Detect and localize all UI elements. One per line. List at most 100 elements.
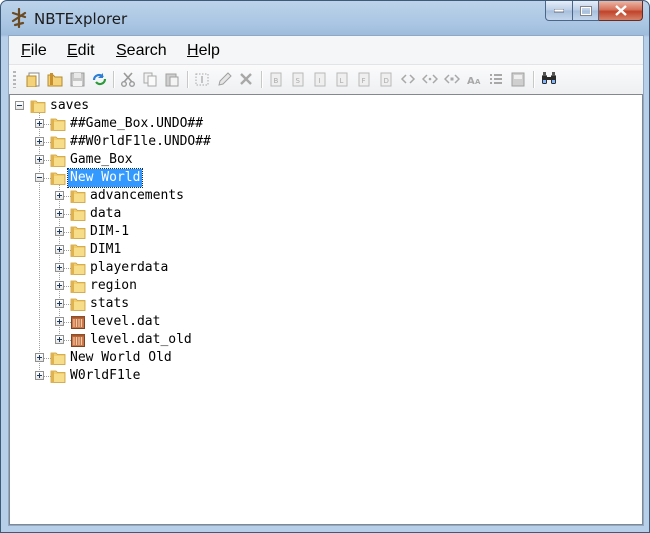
menu-help[interactable]: Help xyxy=(187,42,220,60)
add-string-button[interactable]: AA xyxy=(464,69,484,89)
nbt-tree-view[interactable]: saves ##Game_Box.UNDO## ##W0rldF1le.UNDO##… xyxy=(9,94,643,525)
tree-node[interactable]: ##Game_Box.UNDO## xyxy=(10,115,630,133)
tree-node-label: DIM1 xyxy=(90,242,122,257)
add-double-button[interactable]: D xyxy=(376,69,396,89)
toolbar-separator xyxy=(187,71,189,88)
expand-icon[interactable] xyxy=(35,155,44,164)
add-long-array-button[interactable] xyxy=(442,69,462,89)
expand-icon[interactable] xyxy=(55,227,64,236)
tree-node[interactable]: level.dat_old xyxy=(10,331,630,349)
expand-icon[interactable] xyxy=(55,335,64,344)
folder-icon xyxy=(70,208,86,221)
paste-icon xyxy=(165,73,179,87)
menu-help-label: elp xyxy=(198,42,220,59)
svg-text:F: F xyxy=(362,77,366,85)
open-folder-button[interactable] xyxy=(45,69,65,89)
tree-node[interactable]: New World Old xyxy=(10,349,630,367)
svg-text:B: B xyxy=(274,77,279,85)
tree-node[interactable]: level.dat xyxy=(10,313,630,331)
add-short-button[interactable]: S xyxy=(288,69,308,89)
find-button[interactable] xyxy=(539,69,559,89)
menu-file[interactable]: File xyxy=(21,42,47,60)
tree-node[interactable]: playerdata xyxy=(10,259,630,277)
tree-node[interactable]: data xyxy=(10,205,630,223)
nbt-file-icon xyxy=(71,334,85,347)
expand-icon[interactable] xyxy=(55,317,64,326)
menu-edit-accelerator: E xyxy=(67,42,78,59)
add-int-button[interactable]: I xyxy=(310,69,330,89)
collapse-icon[interactable] xyxy=(35,173,44,182)
expand-icon[interactable] xyxy=(35,371,44,380)
tree-node[interactable]: DIM-1 xyxy=(10,223,630,241)
tree-node-label: level.dat xyxy=(90,314,161,329)
maximize-button[interactable] xyxy=(573,1,599,21)
menu-search[interactable]: Search xyxy=(116,42,167,60)
tree-node[interactable]: New World xyxy=(10,168,630,188)
tree-node-label: ##W0rldF1le.UNDO## xyxy=(70,134,211,149)
tree-node[interactable]: advancements xyxy=(10,187,630,205)
tree-node-label: region xyxy=(90,278,137,293)
tree-node[interactable]: DIM1 xyxy=(10,241,630,259)
add-double-icon: D xyxy=(380,72,392,87)
cut-button[interactable] xyxy=(118,69,138,89)
tree-node-label: DIM-1 xyxy=(90,224,130,239)
add-byte-button[interactable]: B xyxy=(266,69,286,89)
expand-icon[interactable] xyxy=(55,263,64,272)
minimize-button[interactable] xyxy=(545,1,573,21)
app-icon xyxy=(11,8,27,28)
tree-node-label: saves xyxy=(50,98,90,113)
add-byte-array-button[interactable] xyxy=(398,69,418,89)
close-button[interactable] xyxy=(599,1,643,21)
expand-icon[interactable] xyxy=(35,119,44,128)
add-byte-icon: B xyxy=(270,72,282,87)
svg-text:A: A xyxy=(467,76,475,87)
toolbar-separator xyxy=(261,71,263,88)
edit-button[interactable] xyxy=(214,69,234,89)
expand-icon[interactable] xyxy=(55,191,64,200)
add-int-array-icon xyxy=(422,74,438,84)
title-bar[interactable]: NBTExplorer xyxy=(1,1,649,35)
expand-icon[interactable] xyxy=(55,281,64,290)
window-title: NBTExplorer xyxy=(34,10,128,28)
refresh-button[interactable] xyxy=(89,69,109,89)
add-compound-button[interactable] xyxy=(508,69,528,89)
tree-node[interactable]: region xyxy=(10,277,630,295)
folder-icon xyxy=(70,244,86,257)
toolbar-separator xyxy=(533,71,535,88)
add-int-array-button[interactable] xyxy=(420,69,440,89)
add-long-button[interactable]: L xyxy=(332,69,352,89)
paste-button[interactable] xyxy=(162,69,182,89)
folder-icon xyxy=(50,118,66,131)
tree-node[interactable]: ##W0rldF1le.UNDO## xyxy=(10,133,630,151)
add-float-icon: F xyxy=(358,72,370,87)
expand-icon[interactable] xyxy=(55,245,64,254)
copy-button[interactable] xyxy=(140,69,160,89)
tree-node[interactable]: stats xyxy=(10,295,630,313)
folder-icon xyxy=(50,172,66,185)
menu-file-accelerator: F xyxy=(21,42,31,59)
expand-icon[interactable] xyxy=(55,299,64,308)
tree-node-label: New World Old xyxy=(70,350,172,365)
rename-button[interactable] xyxy=(192,69,212,89)
tree-node[interactable]: W0rldF1le xyxy=(10,367,630,385)
expand-icon[interactable] xyxy=(55,209,64,218)
expand-icon[interactable] xyxy=(35,137,44,146)
toolbar-grip[interactable] xyxy=(13,71,16,88)
delete-button[interactable] xyxy=(236,69,256,89)
add-list-button[interactable] xyxy=(486,69,506,89)
add-float-button[interactable]: F xyxy=(354,69,374,89)
delete-icon xyxy=(240,73,252,85)
menu-edit[interactable]: Edit xyxy=(67,42,95,60)
menu-help-accelerator: H xyxy=(187,42,199,59)
add-byte-array-icon xyxy=(400,74,416,84)
tree-node[interactable]: saves xyxy=(10,97,630,115)
tree-node-label: data xyxy=(90,206,122,221)
folder-icon xyxy=(50,136,66,149)
client-area: File Edit Search Help B S I L F D AA saves ##Game_… xyxy=(8,35,644,526)
expand-icon[interactable] xyxy=(35,353,44,362)
toolbar-separator xyxy=(113,71,115,88)
save-button[interactable] xyxy=(67,69,87,89)
open-file-button[interactable] xyxy=(23,69,43,89)
collapse-icon[interactable] xyxy=(15,101,24,110)
tree-node[interactable]: Game_Box xyxy=(10,151,630,169)
